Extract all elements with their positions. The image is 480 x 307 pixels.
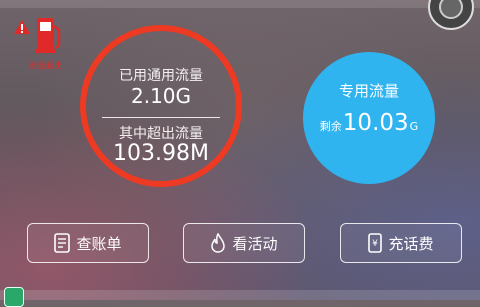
remaining-unit: G xyxy=(409,120,419,133)
exceed-traffic-value: 103.98M xyxy=(113,141,209,166)
view-activity-button[interactable]: 看活动 xyxy=(183,223,305,263)
toggle-knob-icon xyxy=(439,0,463,19)
remaining-label: 剩余 xyxy=(319,120,342,133)
fuel-pump-icon xyxy=(35,18,61,53)
traffic-alert-widget[interactable]: 流量超出 xyxy=(14,12,78,76)
special-remaining: 剩余10.03G xyxy=(303,110,435,136)
exceed-traffic-label: 其中超出流量 xyxy=(119,126,203,142)
used-traffic-label: 已用通用流量 xyxy=(119,68,203,84)
top-up-label: 充话费 xyxy=(388,234,434,253)
remaining-value: 10.03 xyxy=(342,110,409,136)
view-bill-button[interactable]: 查账单 xyxy=(27,223,149,263)
view-activity-label: 看活动 xyxy=(232,234,278,253)
top-up-button[interactable]: ¥ 充话费 xyxy=(340,223,462,263)
view-bill-label: 查账单 xyxy=(76,234,122,253)
general-traffic-ring[interactable]: 已用通用流量 2.10G 其中超出流量 103.98M xyxy=(80,25,242,187)
top-bar xyxy=(0,0,480,8)
app-icon[interactable] xyxy=(4,287,24,307)
alert-caption: 流量超出 xyxy=(29,61,63,70)
special-traffic-title: 专用流量 xyxy=(338,82,399,100)
special-traffic-circle[interactable]: 专用流量 剩余10.03G xyxy=(303,52,435,184)
ring-divider xyxy=(102,117,220,118)
used-traffic-value: 2.10G xyxy=(130,84,192,108)
svg-text:¥: ¥ xyxy=(373,239,379,249)
bottom-strip xyxy=(0,290,480,300)
yuan-phone-icon: ¥ xyxy=(368,233,383,253)
settings-toggle-button[interactable] xyxy=(428,0,474,30)
flame-icon xyxy=(210,233,226,253)
warning-triangle-icon xyxy=(14,20,30,34)
document-icon xyxy=(54,233,71,253)
